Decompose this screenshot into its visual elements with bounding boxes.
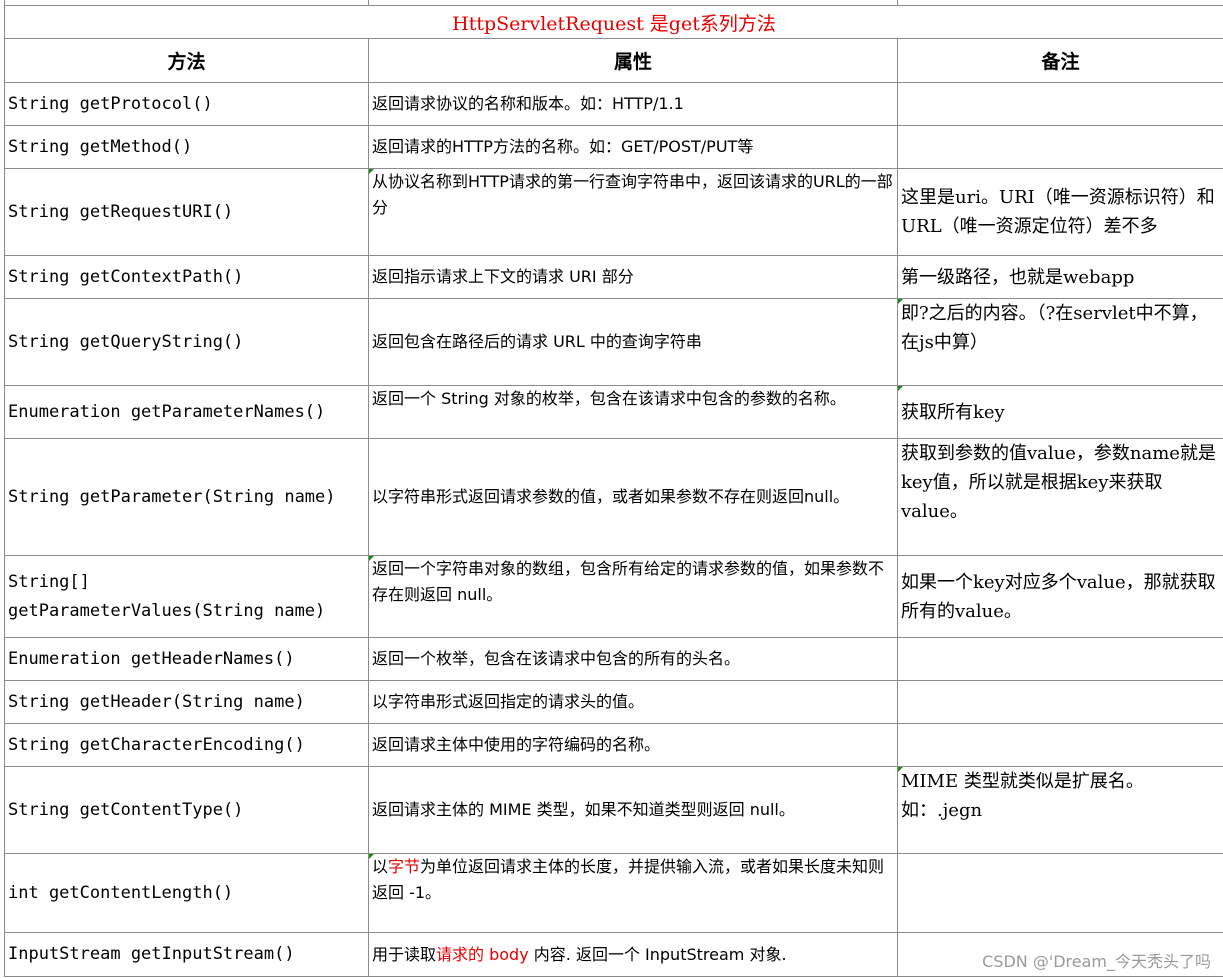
note-cell [897,125,1223,169]
desc-cell: 从协议名称到HTTP请求的第一行查询字符串中，返回该请求的URL的一部分 [368,168,898,256]
note-cell: 这里是uri。URI（唯一资源标识符）和URL（唯一资源定位符）差不多 [897,168,1223,256]
table-row: String getQueryString() 返回包含在路径后的请求 URL … [4,298,1223,386]
method-cell: Enumeration getHeaderNames() [4,637,369,681]
method-cell: String getContentType() [4,766,369,854]
title-row: HttpServletRequest 是get系列方法 [4,5,1223,39]
note-cell: 如果一个key对应多个value，那就获取所有的value。 [897,555,1223,638]
table-title: HttpServletRequest 是get系列方法 [4,5,1223,39]
desc-cell: 以字符串形式返回请求参数的值，或者如果参数不存在则返回null。 [368,438,898,556]
note-cell: 即?之后的内容。（?在servlet中不算，在js中算） [897,298,1223,386]
header-method: 方法 [4,38,369,83]
note-cell [897,853,1223,933]
method-cell: String getMethod() [4,125,369,169]
header-row: 方法 属性 备注 [4,38,1223,83]
method-cell: Enumeration getParameterNames() [4,385,369,439]
table-row: String getCharacterEncoding() 返回请求主体中使用的… [4,723,1223,767]
table-row: String getContextPath() 返回指示请求上下文的请求 URI… [4,255,1223,299]
watermark: CSDN @'Dream_今天秃头了吗 [982,948,1211,972]
note-cell [897,82,1223,126]
method-cell: String getRequestURI() [4,168,369,256]
desc-cell: 返回一个字符串对象的数组，包含所有给定的请求参数的值，如果参数不存在则返回 nu… [368,555,898,638]
desc-cell: 返回请求的HTTP方法的名称。如：GET/POST/PUT等 [368,125,898,169]
desc-text: 用于读取 [372,944,437,964]
table-row: String getProtocol() 返回请求协议的名称和版本。如：HTTP… [4,82,1223,126]
method-cell: String getCharacterEncoding() [4,723,369,767]
desc-cell: 用于读取请求的 body 内容. 返回一个 InputStream 对象. [368,932,898,977]
note-cell [897,680,1223,724]
table-row: Enumeration getParameterNames() 返回一个 Str… [4,385,1223,439]
desc-cell: 以字节为单位返回请求主体的长度，并提供输入流，或者如果长度未知则返回 -1。 [368,853,898,933]
note-cell: 获取到参数的值value，参数name就是key值，所以就是根据key来获取va… [897,438,1223,556]
table-row: Enumeration getHeaderNames() 返回一个枚举，包含在该… [4,637,1223,681]
desc-cell: 返回一个 String 对象的枚举，包含在该请求中包含的参数的名称。 [368,385,898,439]
desc-cell: 返回请求协议的名称和版本。如：HTTP/1.1 [368,82,898,126]
header-attr: 属性 [368,38,898,83]
desc-text: 以 [372,857,389,876]
desc-highlight: 字节 [388,857,421,876]
note-cell [897,723,1223,767]
note-cell [897,637,1223,681]
method-cell: int getContentLength() [4,853,369,933]
note-cell: 第一级路径，也就是webapp [897,255,1223,299]
table-row: String getContentType() 返回请求主体的 MIME 类型，… [4,766,1223,854]
method-cell: InputStream getInputStream() [4,932,369,977]
method-cell: String getContextPath() [4,255,369,299]
desc-text: 内容. 返回一个 InputStream 对象. [528,944,787,964]
table-row: String[] getParameterValues(String name)… [4,555,1223,638]
desc-cell: 返回请求主体的 MIME 类型，如果不知道类型则返回 null。 [368,766,898,854]
desc-cell: 返回请求主体中使用的字符编码的名称。 [368,723,898,767]
table-row: int getContentLength() 以字节为单位返回请求主体的长度，并… [4,853,1223,933]
method-cell: String getHeader(String name) [4,680,369,724]
header-note: 备注 [897,38,1223,83]
desc-cell: 返回包含在路径后的请求 URL 中的查询字符串 [368,298,898,386]
method-cell: String getQueryString() [4,298,369,386]
note-cell: 获取所有key [897,385,1223,439]
desc-cell: 返回一个枚举，包含在该请求中包含的所有的头名。 [368,637,898,681]
method-cell: String getProtocol() [4,82,369,126]
table-row: String getMethod() 返回请求的HTTP方法的名称。如：GET/… [4,125,1223,169]
desc-cell: 以字符串形式返回指定的请求头的值。 [368,680,898,724]
table-row: String getRequestURI() 从协议名称到HTTP请求的第一行查… [4,168,1223,256]
method-cell: String[] getParameterValues(String name) [4,555,369,638]
desc-highlight: 请求的 body [436,944,529,964]
api-table: HttpServletRequest 是get系列方法 方法 属性 备注 Str… [4,0,1223,977]
method-cell: String getParameter(String name) [4,438,369,556]
table-row: String getParameter(String name) 以字符串形式返… [4,438,1223,556]
desc-text: 为单位返回请求主体的长度，并提供输入流，或者如果长度未知则返回 -1。 [372,857,885,902]
note-cell: MIME 类型就类似是扩展名。如：.jegn [897,766,1223,854]
desc-cell: 返回指示请求上下文的请求 URI 部分 [368,255,898,299]
table-row: String getHeader(String name) 以字符串形式返回指定… [4,680,1223,724]
